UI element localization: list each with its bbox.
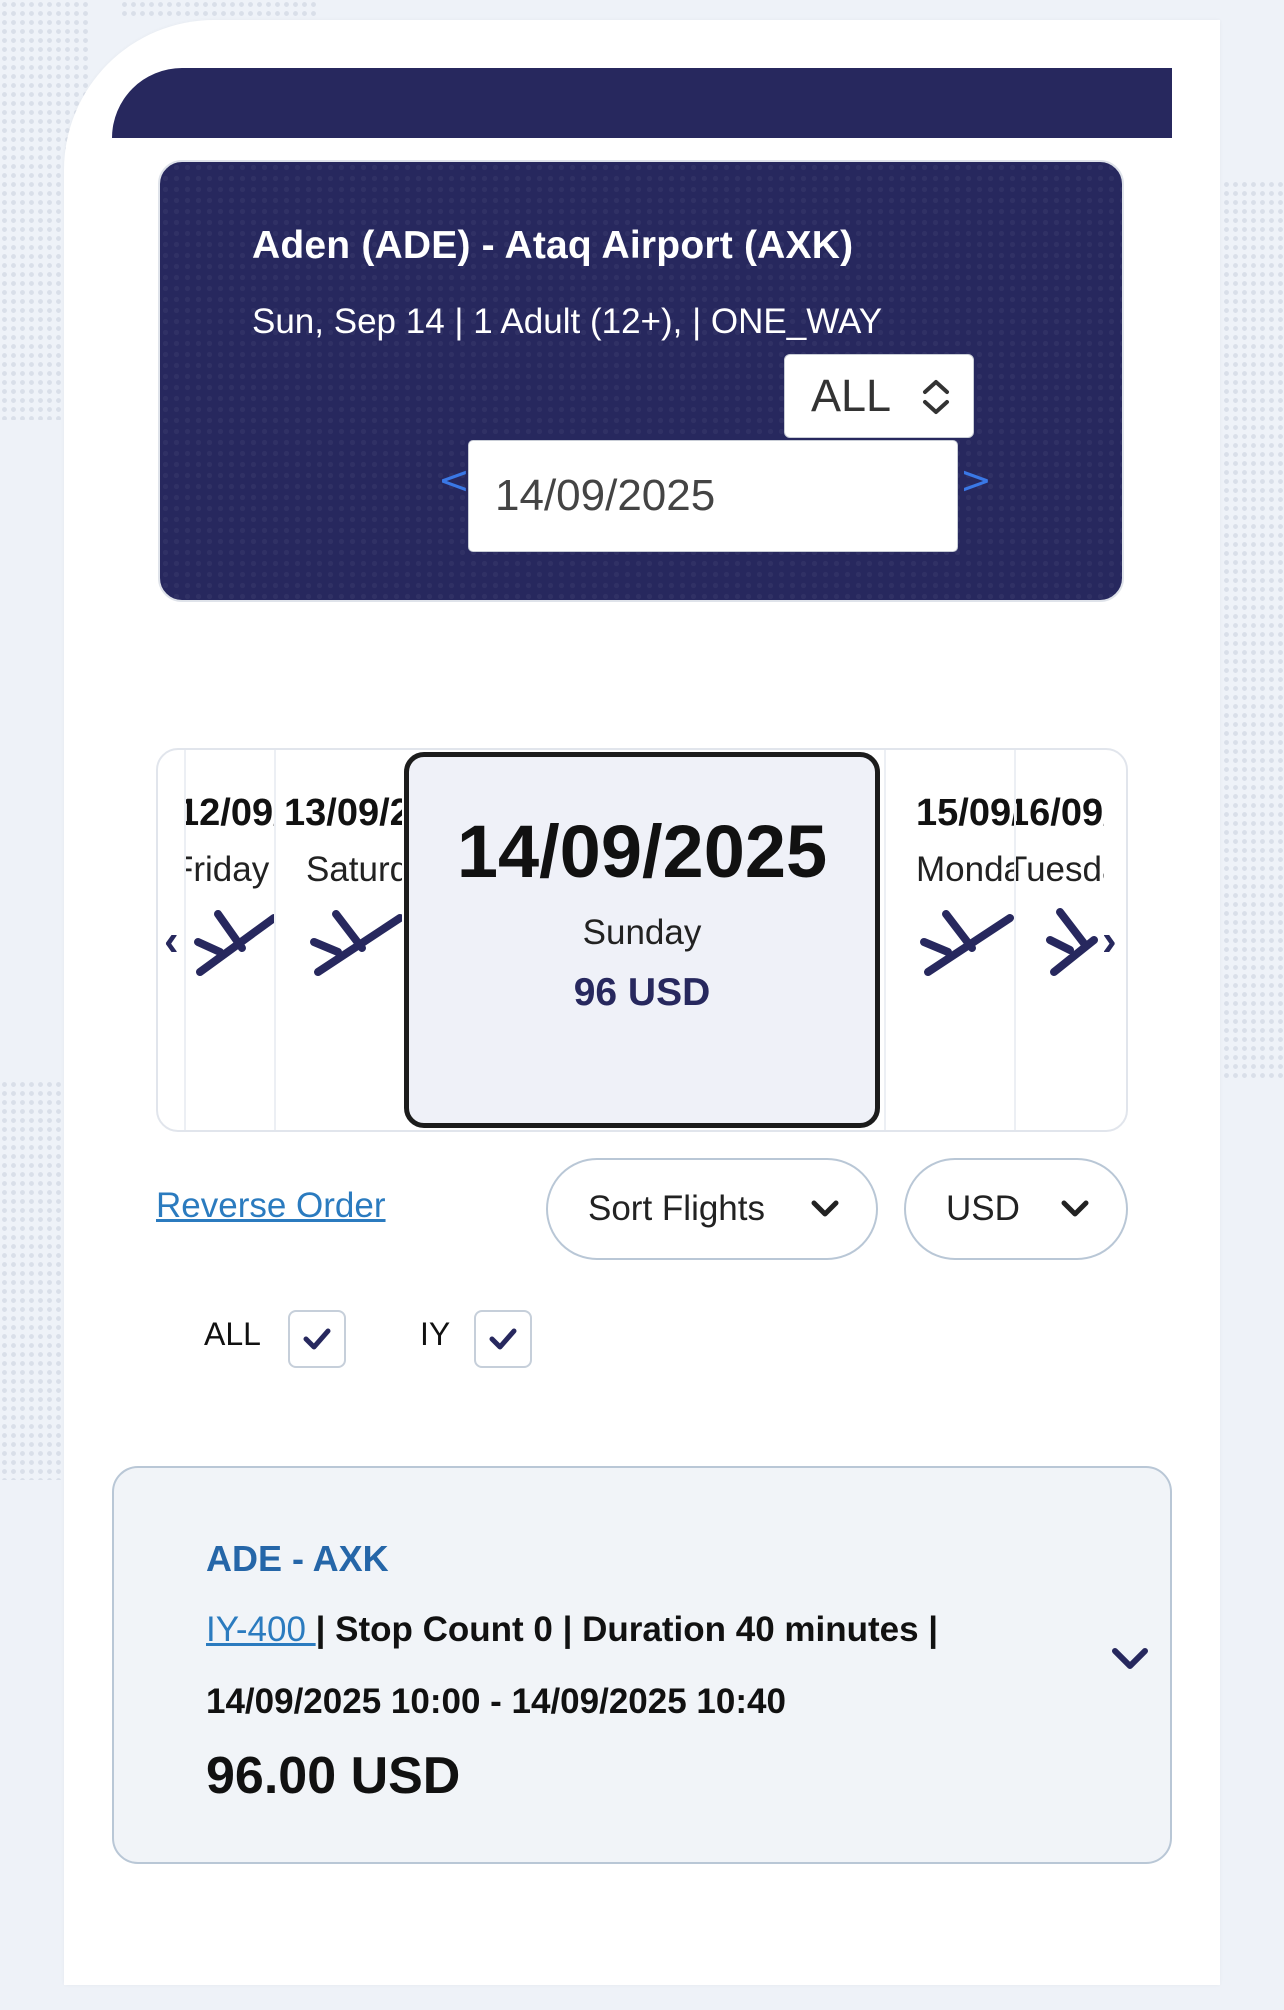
currency-dropdown[interactable]: USD	[904, 1158, 1128, 1260]
filter-all-label: ALL	[204, 1316, 261, 1352]
airplane-icon	[920, 910, 1014, 976]
flight-result-card[interactable]: ADE - AXK IY-400 | Stop Count 0 | Durati…	[112, 1466, 1172, 1864]
sort-flights-label: Sort Flights	[588, 1189, 765, 1228]
flight-price: 96.00 USD	[206, 1747, 461, 1805]
currency-label: USD	[946, 1189, 1020, 1228]
airplane-icon	[310, 910, 402, 976]
reverse-order-link[interactable]: Reverse Order	[156, 1186, 386, 1226]
flight-number-link[interactable]: IY-400	[206, 1610, 316, 1649]
cabin-select[interactable]: ALL	[784, 354, 974, 438]
flight-times: 14/09/2025 10:00 - 14/09/2025 10:40	[206, 1682, 786, 1721]
selected-day-tile[interactable]: 14/09/2025 Sunday 96 USD	[404, 752, 880, 1128]
background-map-right	[1222, 180, 1284, 1080]
day-date: 15/09/2025	[916, 792, 1014, 834]
flight-details-line: IY-400 | Stop Count 0 | Duration 40 minu…	[206, 1610, 938, 1650]
search-summary-panel: Aden (ADE) - Ataq Airport (AXK) Sun, Sep…	[158, 160, 1124, 602]
filter-all-checkbox[interactable]	[288, 1310, 346, 1368]
search-summary: Sun, Sep 14 | 1 Adult (12+), | ONE_WAY	[252, 302, 883, 341]
date-input[interactable]: 14/09/2025	[468, 440, 958, 552]
day-date: 12/09/2025	[184, 792, 274, 834]
flight-details: | Stop Count 0 | Duration 40 minutes |	[315, 1610, 939, 1649]
day-option-monday[interactable]: 15/09/2025 Monday	[884, 750, 1014, 1130]
next-date-button[interactable]: >	[960, 458, 992, 502]
airplane-icon	[1046, 908, 1098, 976]
day-option-tuesday[interactable]: 16/09/2025 Tuesday	[1014, 750, 1104, 1130]
day-weekday: Saturday	[306, 850, 402, 889]
day-date: 16/09/2025	[1014, 792, 1104, 834]
airplane-icon	[194, 910, 274, 976]
flight-route: ADE - AXK	[206, 1538, 389, 1579]
checkmark-icon	[303, 1328, 331, 1350]
day-weekday: Friday	[186, 850, 270, 889]
selected-weekday: Sunday	[582, 913, 702, 952]
chevron-down-icon	[1061, 1200, 1089, 1217]
cabin-select-value: ALL	[811, 370, 892, 421]
filter-iy-label: IY	[420, 1316, 451, 1352]
day-option-saturday[interactable]: 13/09/2025 Saturday	[274, 750, 402, 1130]
chevron-down-icon	[811, 1200, 839, 1217]
selected-date: 14/09/2025	[456, 810, 828, 893]
selected-lowest-price: 96 USD	[573, 971, 711, 1014]
background-map-left-bottom	[0, 1080, 64, 1480]
chevron-down-icon[interactable]	[1110, 1644, 1150, 1672]
carousel-left-arrow[interactable]: ‹	[164, 916, 179, 966]
sort-flights-dropdown[interactable]: Sort Flights	[546, 1158, 878, 1260]
carousel-right-arrow[interactable]: ›	[1102, 916, 1117, 966]
up-down-icon	[923, 380, 949, 414]
route-title: Aden (ADE) - Ataq Airport (AXK)	[252, 224, 854, 267]
header-bar	[112, 68, 1172, 138]
day-weekday: Tuesday	[1016, 850, 1104, 889]
day-date: 13/09/2025	[284, 792, 402, 834]
previous-date-button[interactable]: <	[438, 458, 470, 502]
day-option-friday[interactable]: 12/09/2025 Friday	[184, 750, 274, 1130]
filter-iy-checkbox[interactable]	[474, 1310, 532, 1368]
background-map-top	[120, 0, 320, 16]
checkmark-icon	[489, 1328, 517, 1350]
day-weekday: Monday	[916, 850, 1014, 889]
